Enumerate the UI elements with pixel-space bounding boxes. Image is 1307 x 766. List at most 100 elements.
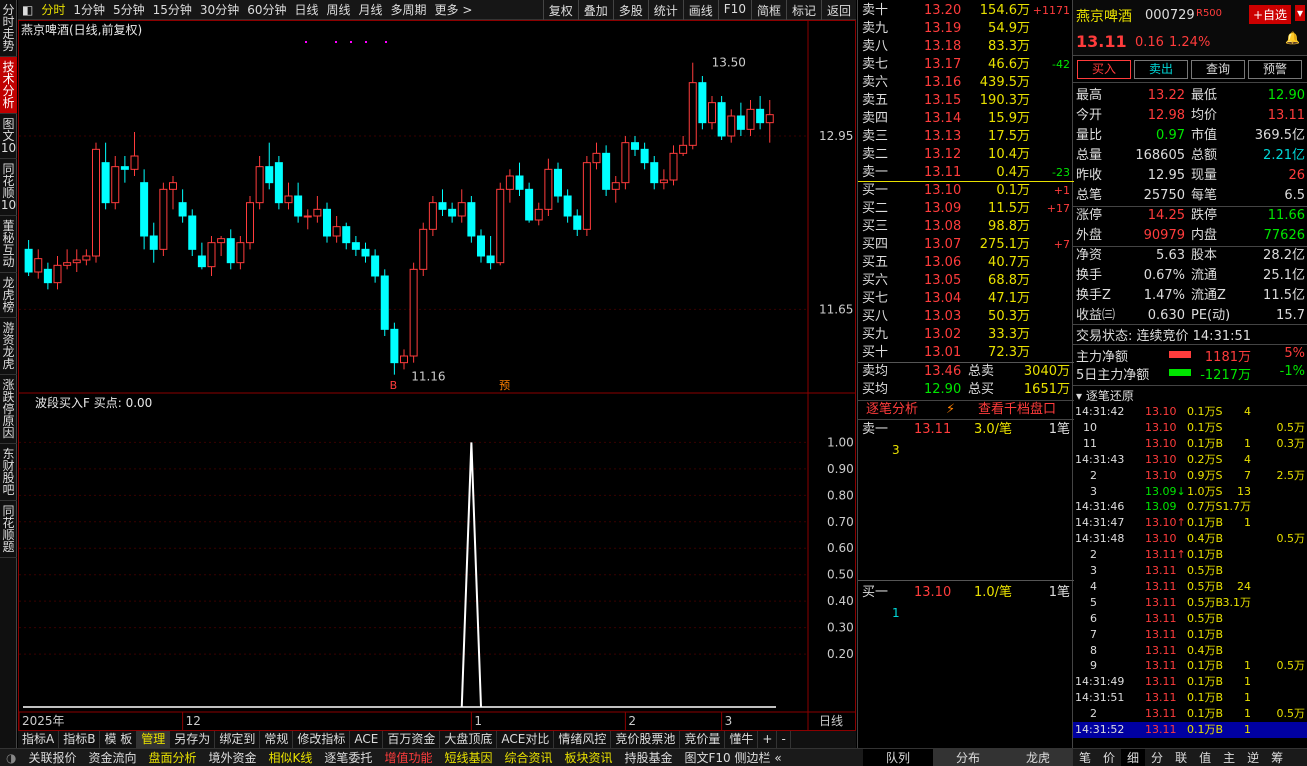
sell-level-4[interactable]: 卖六 13.16 439.5万 (858, 74, 1074, 92)
period-tab-1[interactable]: 1分钟 (69, 1, 109, 18)
status-item-10[interactable]: 持股基金 (619, 749, 679, 766)
indicator-tab-2[interactable]: 模 板 (100, 731, 138, 748)
tool-button-5[interactable]: F10 (717, 0, 751, 20)
period-tab-7[interactable]: 周线 (323, 1, 355, 18)
tool-button-7[interactable]: 标记 (785, 0, 821, 20)
alert-button[interactable]: 预警 (1248, 60, 1302, 79)
bell-icon[interactable]: 🔔 (1285, 31, 1300, 45)
tick-tab-2[interactable]: 细 (1121, 749, 1146, 766)
sell-level-3[interactable]: 卖七 13.17 46.6万 -42 (858, 56, 1074, 74)
add-watchlist-button[interactable]: +自选 (1249, 5, 1292, 24)
left-tab-3[interactable]: 同花顺10 (0, 159, 17, 216)
query-button[interactable]: 查询 (1191, 60, 1245, 79)
tab-thousand-book[interactable]: 查看千档盘口 (978, 401, 1056, 419)
sell-level-7[interactable]: 卖三 13.13 17.5万 (858, 128, 1074, 146)
status-item-7[interactable]: 短线基因 (438, 749, 498, 766)
sell-level-1[interactable]: 卖九 13.19 54.9万 (858, 20, 1074, 38)
tick-tab-5[interactable]: 值 (1193, 749, 1217, 766)
period-tab-5[interactable]: 60分钟 (243, 1, 290, 18)
indicator-tab-1[interactable]: 指标B (59, 731, 101, 748)
sell-level-2[interactable]: 卖八 13.18 83.3万 (858, 38, 1074, 56)
sell-level-6[interactable]: 卖四 13.14 15.9万 (858, 110, 1074, 128)
indicator-tab-15[interactable]: 懂牛 (725, 731, 759, 748)
indicator-tab-6[interactable]: 常规 (260, 731, 294, 748)
indicator-tab-10[interactable]: 大盘顶底 (440, 731, 498, 748)
status-item-9[interactable]: 板块资讯 (558, 749, 618, 766)
indicator-tab-13[interactable]: 竞价股票池 (611, 731, 681, 748)
menu-square-icon[interactable]: ◧ (18, 3, 37, 17)
chart-area[interactable]: 12.95 11.65 燕京啤酒(日线,前复权) 13.50 11.16 B 预波段买入F … (18, 20, 856, 731)
tool-button-2[interactable]: 多股 (612, 0, 648, 20)
period-tab-6[interactable]: 日线 (290, 1, 322, 18)
status-item-8[interactable]: 综合资讯 (498, 749, 558, 766)
status-item-6[interactable]: 增值功能 (378, 749, 438, 766)
left-tab-2[interactable]: 图文10 (0, 114, 17, 159)
period-tab-10[interactable]: 更多 > (431, 1, 477, 18)
left-tab-4[interactable]: 董秘互动 (0, 216, 17, 273)
tick-tab-6[interactable]: 主 (1217, 749, 1241, 766)
tick-tab-7[interactable]: 逆 (1241, 749, 1265, 766)
chevron-down-icon[interactable]: ▾ (1295, 5, 1306, 21)
period-tab-3[interactable]: 15分钟 (149, 1, 196, 18)
status-item-5[interactable]: 逐笔委托 (318, 749, 378, 766)
toggle-icon[interactable]: ◑ (0, 751, 22, 765)
indicator-tab-11[interactable]: ACE对比 (497, 731, 555, 748)
indicator-tab-3[interactable]: 管理 (137, 731, 171, 748)
buy-level-3[interactable]: 买四 13.07 275.1万 +7 (858, 236, 1074, 254)
left-tab-8[interactable]: 东财股吧 (0, 444, 17, 501)
status-item-3[interactable]: 境外资金 (203, 749, 263, 766)
tool-button-0[interactable]: 复权 (542, 0, 578, 20)
buy-level-1[interactable]: 买二 13.09 11.5万 +17 (858, 200, 1074, 218)
sell-level-9[interactable]: 卖一 13.11 0.4万 -23 (858, 164, 1074, 182)
orderbook-tab-1[interactable]: 分布 (933, 749, 1003, 766)
tool-button-3[interactable]: 统计 (647, 0, 683, 20)
tick-replay-title[interactable]: ▾ 逐笔还原 (1076, 387, 1134, 404)
buy-level-2[interactable]: 买三 13.08 98.8万 (858, 218, 1074, 236)
buy-level-6[interactable]: 买七 13.04 47.1万 (858, 290, 1074, 308)
orderbook-tab-2[interactable]: 龙虎 (1003, 749, 1073, 766)
left-tab-7[interactable]: 涨跌停原因 (0, 375, 17, 444)
status-item-11[interactable]: 图文F10 侧边栏 « (679, 749, 788, 766)
indicator-tab-16[interactable]: + (758, 731, 778, 748)
left-tab-1[interactable]: 技术分析 (0, 57, 17, 114)
buy-level-5[interactable]: 买六 13.05 68.8万 (858, 272, 1074, 290)
left-tab-9[interactable]: 同花顺题 (0, 501, 17, 558)
sell-level-0[interactable]: 卖十 13.20 154.6万 +1171 (858, 2, 1074, 20)
indicator-tab-9[interactable]: 百万资金 (383, 731, 441, 748)
period-tab-4[interactable]: 30分钟 (196, 1, 243, 18)
period-tab-9[interactable]: 多周期 (387, 1, 431, 18)
buy-level-9[interactable]: 买十 13.01 72.3万 (858, 344, 1074, 362)
left-tab-6[interactable]: 游资龙虎 (0, 318, 17, 375)
left-tab-0[interactable]: 分时走势 (0, 0, 17, 57)
indicator-tab-8[interactable]: ACE (350, 731, 384, 748)
tab-tick-analysis[interactable]: 逐笔分析 (866, 401, 918, 419)
period-tab-2[interactable]: 5分钟 (109, 1, 149, 18)
status-item-1[interactable]: 资金流向 (83, 749, 143, 766)
tick-tab-1[interactable]: 价 (1097, 749, 1121, 766)
tool-button-4[interactable]: 画线 (682, 0, 718, 20)
sell-level-5[interactable]: 卖五 13.15 190.3万 (858, 92, 1074, 110)
status-item-0[interactable]: 关联报价 (22, 749, 82, 766)
indicator-tab-12[interactable]: 情绪风控 (554, 731, 612, 748)
sell-button[interactable]: 卖出 (1134, 60, 1188, 79)
buy-level-7[interactable]: 买八 13.03 50.3万 (858, 308, 1074, 326)
tick-tab-4[interactable]: 联 (1169, 749, 1193, 766)
orderbook-tab-0[interactable]: 队列 (863, 749, 933, 766)
buy-level-4[interactable]: 买五 13.06 40.7万 (858, 254, 1074, 272)
period-tab-0[interactable]: 分时 (37, 1, 69, 18)
tick-tab-3[interactable]: 分 (1145, 749, 1169, 766)
indicator-tab-4[interactable]: 另存为 (170, 731, 216, 748)
period-label[interactable]: 日线 (819, 714, 843, 728)
indicator-tab-7[interactable]: 修改指标 (293, 731, 351, 748)
indicator-tab-17[interactable]: - (777, 731, 791, 748)
indicator-tab-0[interactable]: 指标A (18, 731, 60, 748)
left-tab-5[interactable]: 龙虎榜 (0, 273, 17, 318)
tool-button-1[interactable]: 叠加 (577, 0, 613, 20)
tick-tab-8[interactable]: 筹 (1265, 749, 1289, 766)
buy-level-8[interactable]: 买九 13.02 33.3万 (858, 326, 1074, 344)
status-item-2[interactable]: 盘面分析 (143, 749, 203, 766)
tool-button-8[interactable]: 返回 (820, 0, 856, 20)
indicator-tab-5[interactable]: 绑定到 (215, 731, 261, 748)
tick-tab-0[interactable]: 笔 (1073, 749, 1097, 766)
tool-button-6[interactable]: 简框 (750, 0, 786, 20)
